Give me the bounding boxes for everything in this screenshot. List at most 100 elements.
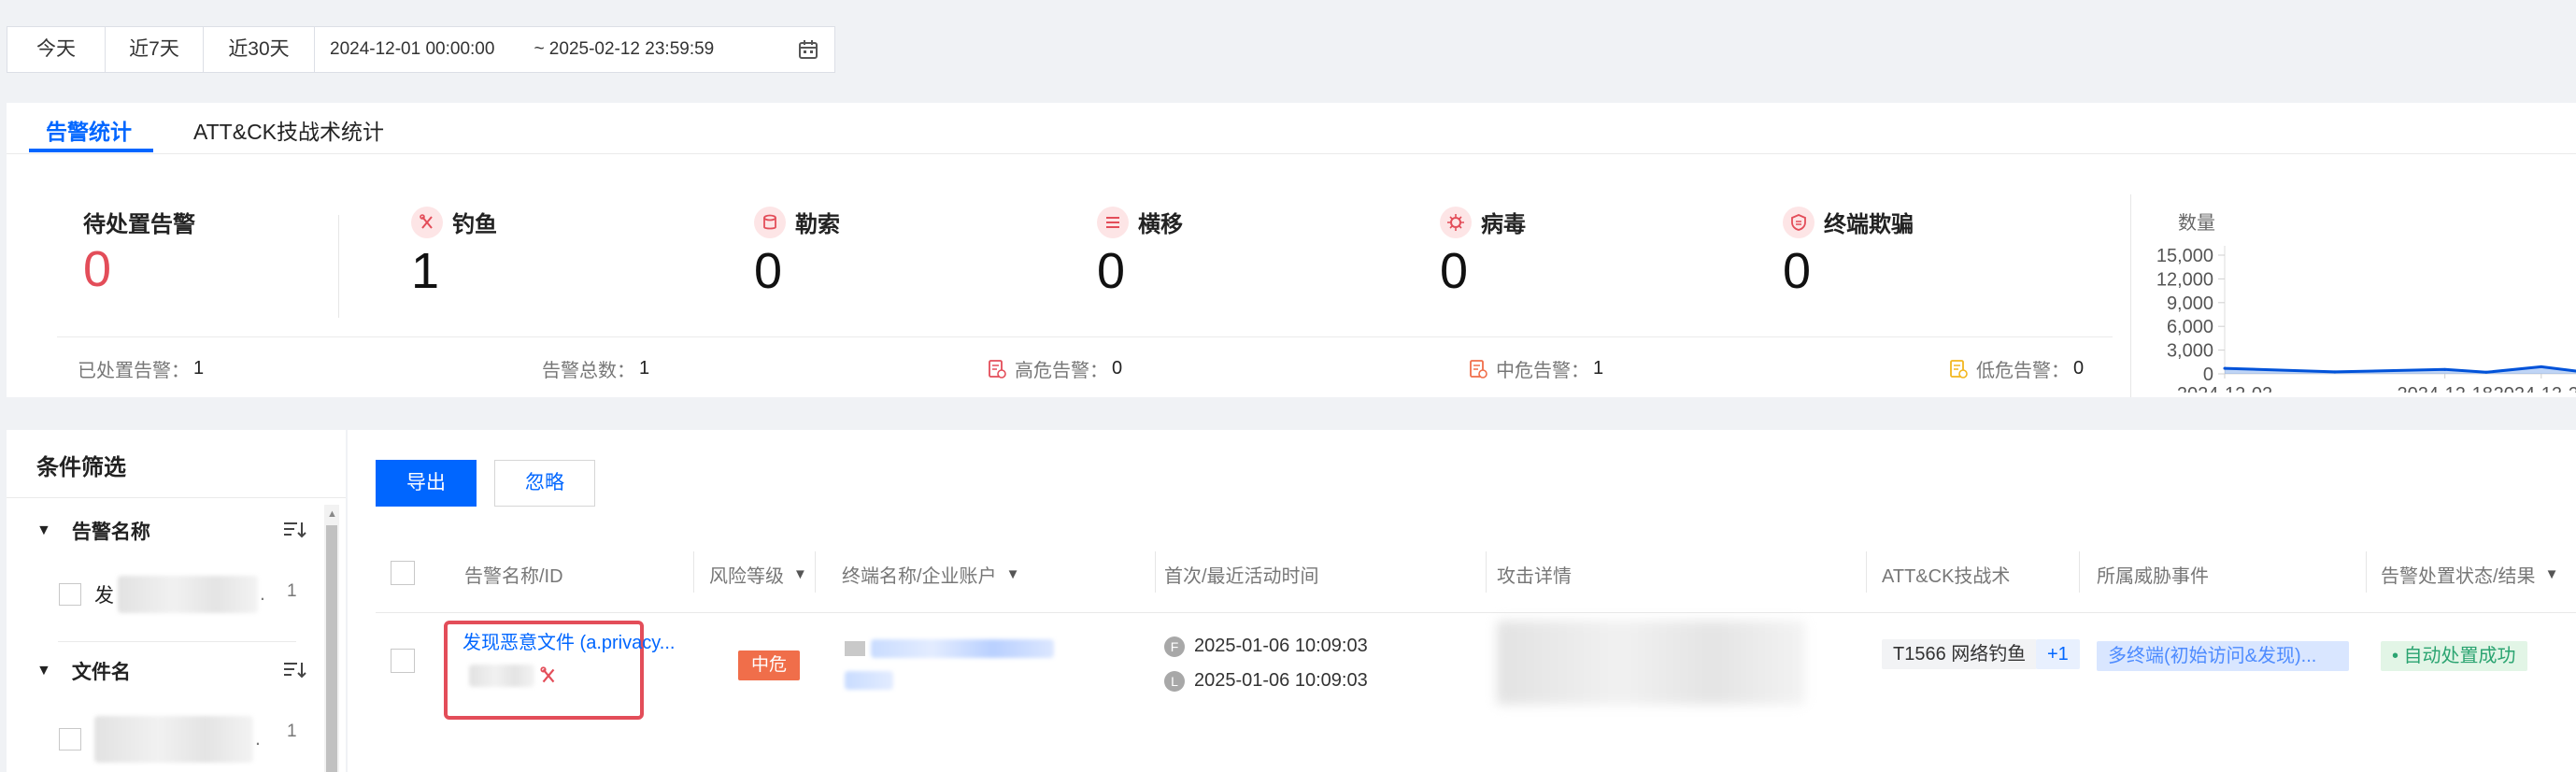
option-count: 1 [287, 581, 297, 601]
data-point [2484, 370, 2488, 374]
divider [1155, 551, 1156, 593]
divider [7, 497, 346, 498]
low-risk-stat: 低危告警： 0 [1948, 355, 2084, 382]
category-label: 横移 [1138, 212, 1183, 237]
alert-trend-chart: 数量 15,000 12,000 9,000 6,000 3,000 02024-12-02… [2156, 212, 2576, 393]
scroll-up-icon[interactable]: ▲ [327, 508, 337, 520]
filter-option[interactable]: 发 . [59, 576, 265, 613]
start-date[interactable]: 2024-12-01 00:00:00 [330, 39, 494, 60]
first-time-value: 2025-01-06 10:09:03 [1194, 636, 1368, 656]
data-point [2333, 370, 2337, 374]
x-tick-label: 2024-12-18 [2398, 384, 2493, 393]
end-date[interactable]: ~ 2025-02-12 23:59:59 [534, 39, 714, 60]
quick-range-30days[interactable]: 近30天 [204, 27, 315, 72]
redacted-text [94, 716, 253, 763]
threat-event-link[interactable]: 多终端(初始访问&发现)... [2097, 641, 2349, 671]
quick-range-today[interactable]: 今天 [7, 27, 106, 72]
ignore-button[interactable]: 忽略 [494, 460, 595, 507]
chevron-down-icon[interactable]: ▼ [36, 522, 51, 539]
divider [2079, 551, 2080, 593]
quick-range-7days[interactable]: 近7天 [106, 27, 204, 72]
phishing-icon [540, 666, 555, 683]
divider [815, 551, 816, 593]
pending-alerts-value: 0 [83, 241, 112, 297]
category-value: 0 [754, 243, 783, 299]
first-time-icon: F [1164, 636, 1185, 657]
filter-group-file-name[interactable]: ▼ 文件名 [36, 657, 131, 685]
option-checkbox[interactable] [59, 583, 81, 606]
column-risk-level[interactable]: 风险等级 ▼ [709, 561, 807, 588]
table-header: 告警名称/ID 风险等级 ▼ 终端名称/企业账户 ▼ 首次/最近活动时间 攻击详情 … [376, 533, 2576, 613]
data-point [2443, 367, 2447, 371]
column-activity-time[interactable]: 首次/最近活动时间 [1164, 561, 1319, 588]
tab-attck-stats[interactable]: ATT&CK技战术统计 [193, 114, 384, 146]
endpoint-link-redacted[interactable] [871, 639, 1054, 658]
last-time-value: 2025-01-06 10:09:03 [1194, 670, 1368, 691]
sort-icon[interactable] [282, 520, 306, 540]
row-checkbox[interactable] [391, 649, 415, 673]
y-tick-label: 12,000 [2156, 269, 2213, 290]
filter-icon[interactable]: ▼ [1006, 566, 1020, 582]
column-disposal-status[interactable]: 告警处置状态/结果 ▼ [2381, 561, 2558, 588]
category-virus[interactable]: 病毒 0 [1440, 206, 1526, 298]
date-range-picker[interactable]: 2024-12-01 00:00:00 ~ 2025-02-12 23:59:5… [315, 27, 834, 72]
pending-alerts[interactable]: 待处置告警 0 [83, 206, 195, 294]
divider [1866, 551, 1867, 593]
column-attck-tactics[interactable]: ATT&CK技战术 [1882, 561, 2010, 588]
data-point [2540, 365, 2543, 368]
category-value: 1 [411, 243, 440, 299]
column-endpoint[interactable]: 终端名称/企业账户 ▼ [842, 561, 1019, 588]
filter-title: 条件筛选 [36, 455, 126, 480]
redacted-text [118, 576, 258, 613]
category-deception[interactable]: 终端欺骗 0 [1783, 206, 1914, 298]
divider [57, 336, 2113, 337]
last-activity-time: L 2025-01-06 10:09:03 [1164, 670, 1368, 692]
divider [693, 551, 694, 593]
filter-scrollbar[interactable]: ▲ [324, 505, 339, 772]
category-value: 0 [1440, 243, 1469, 299]
scrollbar-thumb[interactable] [326, 525, 337, 772]
chevron-down-icon[interactable]: ▼ [36, 663, 51, 679]
filter-panel: 条件筛选 ▼ 告警名称 发 . 1 ▼ 文件名 . 1 ▲ [7, 430, 346, 772]
tactic-more-tag[interactable]: +1 [2036, 639, 2080, 669]
attack-details-redacted [1497, 621, 1805, 705]
sort-icon[interactable] [282, 660, 306, 680]
y-tick-label: 15,000 [2156, 246, 2213, 266]
column-label: 风险等级 [709, 566, 784, 587]
y-axis-title: 数量 [2178, 212, 2215, 234]
filter-icon[interactable]: ▼ [2545, 566, 2559, 582]
alert-stats-panel: 告警统计 ATT&CK技战术统计 待处置告警 0 钓鱼 1 勒索 0 横移 0 … [7, 103, 2576, 397]
deception-icon [1783, 206, 1815, 238]
option-checkbox[interactable] [59, 728, 81, 751]
column-attack-details[interactable]: 攻击详情 [1497, 561, 1572, 588]
filter-group-alert-name[interactable]: ▼ 告警名称 [36, 517, 150, 545]
export-button[interactable]: 导出 [376, 460, 477, 507]
account-link-redacted[interactable] [845, 671, 893, 690]
category-phishing[interactable]: 钓鱼 1 [411, 206, 497, 298]
disposal-status-badge: • 自动处置成功 [2381, 641, 2527, 671]
category-ransom[interactable]: 勒索 0 [754, 206, 840, 298]
filter-option[interactable]: . [59, 716, 261, 763]
category-value: 0 [1097, 243, 1126, 299]
filter-icon[interactable]: ▼ [793, 566, 807, 582]
select-all-checkbox[interactable] [391, 561, 415, 585]
first-activity-time: F 2025-01-06 10:09:03 [1164, 636, 1368, 657]
active-tab-indicator [29, 149, 153, 152]
total-alerts-stat: 告警总数： 1 [542, 358, 650, 381]
category-lateral-move[interactable]: 横移 0 [1097, 206, 1183, 298]
column-threat-event[interactable]: 所属威胁事件 [2097, 561, 2209, 588]
handled-alerts-stat: 已处置告警： 1 [78, 358, 205, 381]
x-tick-label: 2024-12-25 [2494, 384, 2576, 393]
y-tick-label: 9,000 [2167, 293, 2213, 314]
medium-risk-icon [1470, 359, 1487, 379]
calendar-icon[interactable] [797, 38, 819, 61]
category-label: 病毒 [1481, 212, 1526, 237]
column-alert-name[interactable]: 告警名称/ID [464, 561, 563, 588]
low-risk-icon [1950, 359, 1968, 379]
ransom-icon [754, 206, 786, 238]
table-row[interactable]: 发现恶意文件 (a.privacy... 中危 F 2025-01-06 10:… [376, 613, 2576, 725]
alert-name-link[interactable]: 发现恶意文件 (a.privacy... [463, 627, 675, 654]
tab-alert-stats[interactable]: 告警统计 [46, 114, 132, 146]
divider [2366, 551, 2367, 593]
category-label: 勒索 [795, 212, 840, 237]
